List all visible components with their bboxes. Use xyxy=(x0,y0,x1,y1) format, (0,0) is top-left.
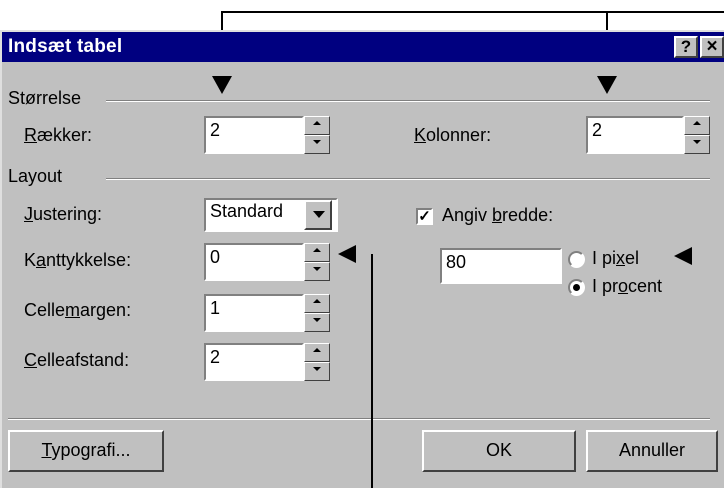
columns-label: Kolonner: xyxy=(414,125,492,145)
chevron-down-icon xyxy=(313,211,325,218)
insert-table-dialog: Indsæt tabel ? × Størrelse Rækker: 2 Kol… xyxy=(0,30,724,488)
typography-button[interactable]: Typografi... xyxy=(8,430,164,472)
title-bar: Indsæt tabel ? × xyxy=(2,32,724,62)
spacing-down-arrow-icon[interactable] xyxy=(304,362,330,381)
size-group-divider xyxy=(106,100,710,102)
cell-spacing-label: Celleafstand: xyxy=(24,350,130,370)
size-group-label: Størrelse xyxy=(8,88,82,108)
pixel-label[interactable]: I pixel xyxy=(592,248,639,269)
help-button[interactable]: ? xyxy=(674,36,698,58)
border-width-spinner[interactable] xyxy=(304,243,330,281)
border-width-input[interactable]: 0 xyxy=(204,243,304,281)
close-button[interactable]: × xyxy=(700,36,724,58)
padding-up-arrow-icon[interactable] xyxy=(304,294,330,313)
specify-width-label[interactable]: Angiv bredde: xyxy=(442,205,553,226)
checkmark-icon: ✓ xyxy=(418,208,431,225)
spacing-up-arrow-icon[interactable] xyxy=(304,343,330,362)
alignment-select-value: Standard xyxy=(210,201,284,221)
cell-spacing-spinner[interactable] xyxy=(304,343,330,381)
rows-down-arrow-icon[interactable] xyxy=(304,135,330,154)
cell-padding-spinner[interactable] xyxy=(304,294,330,332)
columns-spinner[interactable] xyxy=(684,116,710,154)
dialog-title: Indsæt tabel xyxy=(8,36,123,57)
layout-group-label: Layout xyxy=(8,166,63,186)
alignment-label: Justering: xyxy=(24,204,103,224)
pixel-radio[interactable] xyxy=(568,251,585,268)
cell-spacing-input[interactable]: 2 xyxy=(204,343,304,381)
border-down-arrow-icon[interactable] xyxy=(304,262,330,281)
rows-input[interactable]: 2 xyxy=(204,116,304,154)
radio-selected-dot xyxy=(573,284,580,291)
rows-label: Rækker: xyxy=(24,125,93,145)
cancel-button[interactable]: Annuller xyxy=(586,430,718,472)
ok-button[interactable]: OK xyxy=(422,430,576,472)
percent-label[interactable]: I procent xyxy=(592,276,662,297)
border-up-arrow-icon[interactable] xyxy=(304,243,330,262)
rows-up-arrow-icon[interactable] xyxy=(304,116,330,135)
rows-spinner[interactable] xyxy=(304,116,330,154)
percent-radio[interactable] xyxy=(568,279,585,296)
columns-down-arrow-icon[interactable] xyxy=(684,135,710,154)
layout-group-divider xyxy=(106,178,710,180)
cell-padding-label: Cellemargen: xyxy=(24,300,132,320)
border-width-label: Kanttykkelse: xyxy=(24,250,132,270)
padding-down-arrow-icon[interactable] xyxy=(304,313,330,332)
columns-input[interactable]: 2 xyxy=(586,116,684,154)
width-input[interactable]: 80 xyxy=(440,248,562,284)
bottom-divider xyxy=(8,418,710,420)
cell-padding-input[interactable]: 1 xyxy=(204,294,304,332)
columns-up-arrow-icon[interactable] xyxy=(684,116,710,135)
specify-width-checkbox[interactable]: ✓ xyxy=(416,208,433,225)
alignment-dropdown-button[interactable] xyxy=(304,200,332,230)
